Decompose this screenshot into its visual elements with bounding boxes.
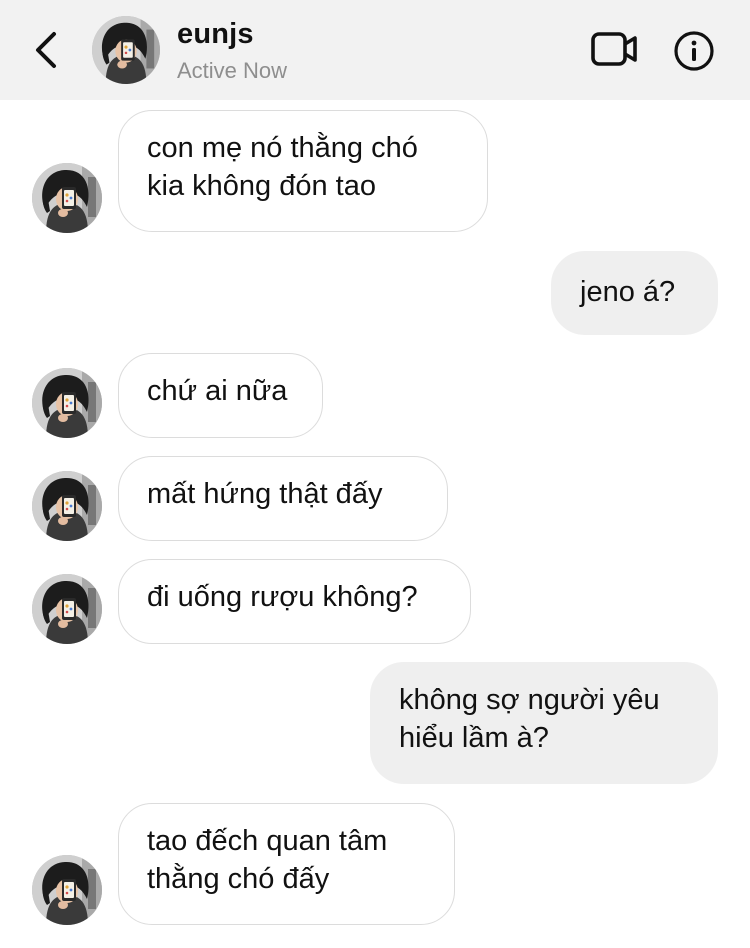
video-camera-icon (591, 32, 637, 66)
chat-header: eunjs Active Now (0, 0, 750, 100)
sender-avatar[interactable] (32, 855, 102, 925)
sender-avatar[interactable] (32, 574, 102, 644)
info-icon (674, 31, 714, 71)
incoming-message-bubble[interactable]: con mẹ nó thằng chó kia không đón tao (118, 110, 488, 232)
outgoing-message-bubble[interactable]: không sợ người yêu hiểu lầm à? (370, 662, 718, 784)
incoming-message-bubble[interactable]: tao đếch quan tâm thằng chó đấy (118, 803, 455, 925)
back-button[interactable] (26, 28, 66, 72)
incoming-message-bubble[interactable]: chứ ai nữa (118, 353, 323, 438)
video-call-button[interactable] (588, 30, 640, 70)
outgoing-message-bubble[interactable]: jeno á? (551, 251, 718, 335)
sender-avatar[interactable] (32, 471, 102, 541)
chevron-left-icon (36, 32, 56, 68)
info-button[interactable] (673, 30, 715, 72)
active-status: Active Now (177, 58, 288, 83)
incoming-message-bubble[interactable]: đi uống rượu không? (118, 559, 471, 644)
contact-name[interactable]: eunjs (177, 18, 254, 51)
contact-avatar[interactable] (92, 16, 160, 84)
incoming-message-bubble[interactable]: mất hứng thật đấy (118, 456, 448, 541)
sender-avatar[interactable] (32, 163, 102, 233)
sender-avatar[interactable] (32, 368, 102, 438)
